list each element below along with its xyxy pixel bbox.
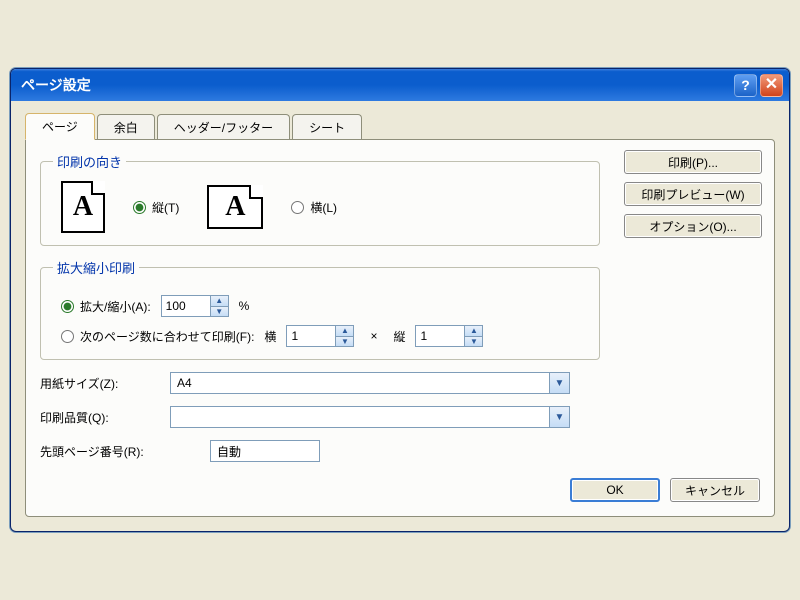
tab-label: 余白 xyxy=(114,121,138,135)
percent-label: % xyxy=(239,299,250,313)
quality-label: 印刷品質(Q): xyxy=(40,409,160,426)
fit-wide-label: 横 xyxy=(264,328,276,345)
paper-size-value[interactable] xyxy=(171,376,549,390)
print-preview-button[interactable]: 印刷プレビュー(W) xyxy=(624,182,762,206)
paper-size-row: 用紙サイズ(Z): ▼ xyxy=(40,372,600,394)
scale-percent-input[interactable] xyxy=(162,296,210,316)
chevron-down-icon[interactable]: ▼ xyxy=(549,407,569,427)
cancel-button[interactable]: キャンセル xyxy=(670,478,760,502)
paper-size-label: 用紙サイズ(Z): xyxy=(40,375,160,392)
spinner-arrows: ▲ ▼ xyxy=(464,326,482,346)
dialog-title: ページ設定 xyxy=(21,75,91,95)
page-setup-dialog: ページ設定 ? ✕ ページ 余白 ヘッダー/フッター シート 印刷(P)... … xyxy=(10,68,790,532)
side-buttons: 印刷(P)... 印刷プレビュー(W) オプション(O)... xyxy=(624,150,762,238)
spinner-arrows: ▲ ▼ xyxy=(210,296,228,316)
tab-panel: 印刷(P)... 印刷プレビュー(W) オプション(O)... 印刷の向き A … xyxy=(25,139,775,517)
spin-down-icon[interactable]: ▼ xyxy=(336,337,353,347)
spinner-arrows: ▲ ▼ xyxy=(335,326,353,346)
spin-down-icon[interactable]: ▼ xyxy=(211,307,228,317)
landscape-page-icon: A xyxy=(207,185,263,229)
tab-sheet[interactable]: シート xyxy=(292,114,362,141)
quality-row: 印刷品質(Q): ▼ xyxy=(40,406,600,428)
fit-to-radio[interactable]: 次のページ数に合わせて印刷(F): xyxy=(61,328,254,345)
scaling-group: 拡大縮小印刷 拡大/縮小(A): ▲ ▼ % xyxy=(40,258,600,360)
portrait-radio-input[interactable] xyxy=(133,201,146,214)
adjust-to-label: 拡大/縮小(A): xyxy=(80,298,151,315)
quality-combo[interactable]: ▼ xyxy=(170,406,570,428)
orientation-legend: 印刷の向き xyxy=(53,152,126,171)
orientation-group: 印刷の向き A 縦(T) A 横(L) xyxy=(40,152,600,246)
scaling-legend: 拡大縮小印刷 xyxy=(53,258,139,277)
ok-button[interactable]: OK xyxy=(570,478,660,502)
fit-to-radio-input[interactable] xyxy=(61,330,74,343)
landscape-radio-input[interactable] xyxy=(291,201,304,214)
portrait-radio-label: 縦(T) xyxy=(152,199,179,216)
fit-to-label: 次のページ数に合わせて印刷(F): xyxy=(80,328,254,345)
fit-tall-label: 縦 xyxy=(393,328,405,345)
portrait-radio[interactable]: 縦(T) xyxy=(133,199,179,216)
dialog-content: ページ 余白 ヘッダー/フッター シート 印刷(P)... 印刷プレビュー(W)… xyxy=(11,101,789,531)
spin-up-icon[interactable]: ▲ xyxy=(211,296,228,307)
tab-label: シート xyxy=(309,121,345,135)
tab-page[interactable]: ページ xyxy=(25,113,95,140)
bottom-buttons: OK キャンセル xyxy=(40,478,760,502)
adjust-to-radio-input[interactable] xyxy=(61,300,74,313)
scale-percent-spinner[interactable]: ▲ ▼ xyxy=(161,295,229,317)
options-button[interactable]: オプション(O)... xyxy=(624,214,762,238)
spin-up-icon[interactable]: ▲ xyxy=(336,326,353,337)
tab-label: ページ xyxy=(42,120,78,134)
portrait-page-icon: A xyxy=(61,181,105,233)
titlebar: ページ設定 ? ✕ xyxy=(11,69,789,101)
tab-header-footer[interactable]: ヘッダー/フッター xyxy=(157,114,290,141)
fit-tall-spinner[interactable]: ▲ ▼ xyxy=(415,325,483,347)
first-page-label: 先頭ページ番号(R): xyxy=(40,443,200,460)
landscape-radio-label: 横(L) xyxy=(310,199,337,216)
landscape-radio[interactable]: 横(L) xyxy=(291,199,337,216)
fit-wide-input[interactable] xyxy=(287,326,335,346)
times-symbol: × xyxy=(370,329,377,343)
adjust-to-radio[interactable]: 拡大/縮小(A): xyxy=(61,298,151,315)
spin-up-icon[interactable]: ▲ xyxy=(465,326,482,337)
quality-value[interactable] xyxy=(171,410,549,424)
print-button[interactable]: 印刷(P)... xyxy=(624,150,762,174)
chevron-down-icon[interactable]: ▼ xyxy=(549,373,569,393)
fit-wide-spinner[interactable]: ▲ ▼ xyxy=(286,325,354,347)
tab-strip: ページ 余白 ヘッダー/フッター シート xyxy=(25,113,775,140)
help-button[interactable]: ? xyxy=(734,74,757,97)
spin-down-icon[interactable]: ▼ xyxy=(465,337,482,347)
paper-size-combo[interactable]: ▼ xyxy=(170,372,570,394)
tab-margins[interactable]: 余白 xyxy=(97,114,155,141)
first-page-row: 先頭ページ番号(R): xyxy=(40,440,600,462)
fit-tall-input[interactable] xyxy=(416,326,464,346)
close-button[interactable]: ✕ xyxy=(760,74,783,97)
tab-label: ヘッダー/フッター xyxy=(174,121,273,135)
first-page-input[interactable] xyxy=(210,440,320,462)
